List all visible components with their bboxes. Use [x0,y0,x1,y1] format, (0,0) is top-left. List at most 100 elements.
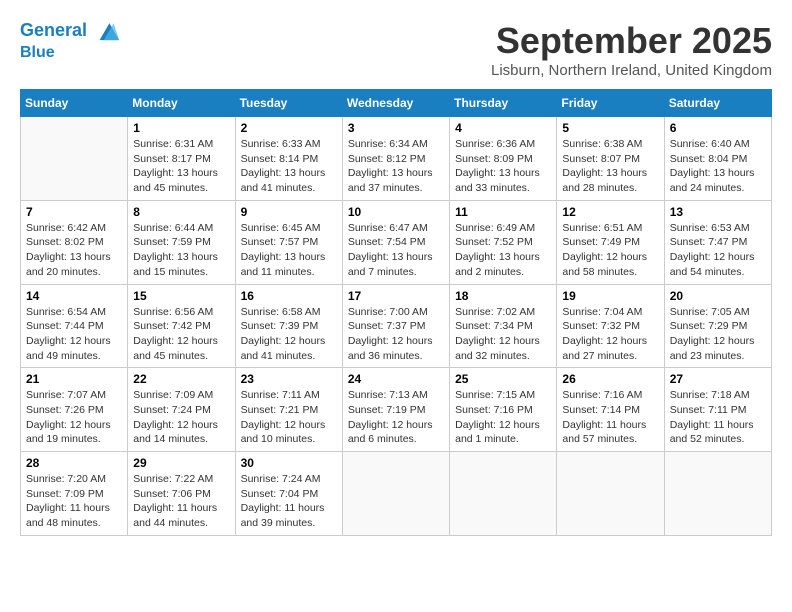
day-info: Sunrise: 6:40 AM Sunset: 8:04 PM Dayligh… [670,137,766,196]
day-info: Sunrise: 6:51 AM Sunset: 7:49 PM Dayligh… [562,221,658,280]
calendar-cell: 27 Sunrise: 7:18 AM Sunset: 7:11 PM Dayli… [664,368,771,452]
calendar-body: 1 Sunrise: 6:31 AM Sunset: 8:17 PM Daylig… [21,117,772,536]
day-info: Sunrise: 7:02 AM Sunset: 7:34 PM Dayligh… [455,305,551,364]
day-info: Sunrise: 6:34 AM Sunset: 8:12 PM Dayligh… [348,137,444,196]
day-number: 2 [241,121,337,135]
day-info: Sunrise: 7:07 AM Sunset: 7:26 PM Dayligh… [26,388,122,447]
calendar-cell: 7 Sunrise: 6:42 AM Sunset: 8:02 PM Daylig… [21,200,128,284]
weekday-header-wednesday: Wednesday [342,90,449,117]
day-info: Sunrise: 6:42 AM Sunset: 8:02 PM Dayligh… [26,221,122,280]
day-info: Sunrise: 7:00 AM Sunset: 7:37 PM Dayligh… [348,305,444,364]
title-block: September 2025 Lisburn, Northern Ireland… [491,20,772,79]
day-number: 18 [455,289,551,303]
month-title: September 2025 [491,20,772,62]
day-number: 26 [562,372,658,386]
day-info: Sunrise: 7:04 AM Sunset: 7:32 PM Dayligh… [562,305,658,364]
calendar-cell: 28Sunrise: 7:20 AM Sunset: 7:09 PM Dayli… [21,452,128,536]
day-info: Sunrise: 6:56 AM Sunset: 7:42 PM Dayligh… [133,305,229,364]
calendar-cell: 4 Sunrise: 6:36 AM Sunset: 8:09 PM Daylig… [450,117,557,201]
location: Lisburn, Northern Ireland, United Kingdo… [491,62,772,79]
day-info: Sunrise: 7:09 AM Sunset: 7:24 PM Dayligh… [133,388,229,447]
weekday-header-sunday: Sunday [21,90,128,117]
day-info: Sunrise: 6:36 AM Sunset: 8:09 PM Dayligh… [455,137,551,196]
weekday-header-friday: Friday [557,90,664,117]
day-number: 5 [562,121,658,135]
day-info: Sunrise: 7:16 AM Sunset: 7:14 PM Dayligh… [562,388,658,447]
day-info: Sunrise: 6:49 AM Sunset: 7:52 PM Dayligh… [455,221,551,280]
weekday-header-monday: Monday [128,90,235,117]
calendar-cell: 3Sunrise: 6:34 AM Sunset: 8:12 PM Daylig… [342,117,449,201]
calendar-cell: 22Sunrise: 7:09 AM Sunset: 7:24 PM Dayli… [128,368,235,452]
day-info: Sunrise: 6:45 AM Sunset: 7:57 PM Dayligh… [241,221,337,280]
day-info: Sunrise: 7:05 AM Sunset: 7:29 PM Dayligh… [670,305,766,364]
logo-line2: Blue [20,42,122,62]
day-info: Sunrise: 6:47 AM Sunset: 7:54 PM Dayligh… [348,221,444,280]
day-number: 20 [670,289,766,303]
calendar-week-1: 1 Sunrise: 6:31 AM Sunset: 8:17 PM Daylig… [21,117,772,201]
calendar-cell: 6 Sunrise: 6:40 AM Sunset: 8:04 PM Daylig… [664,117,771,201]
calendar-cell: 24 Sunrise: 7:13 AM Sunset: 7:19 PM Dayli… [342,368,449,452]
day-number: 12 [562,205,658,219]
day-info: Sunrise: 7:15 AM Sunset: 7:16 PM Dayligh… [455,388,551,447]
day-number: 27 [670,372,766,386]
calendar-week-2: 7 Sunrise: 6:42 AM Sunset: 8:02 PM Daylig… [21,200,772,284]
day-number: 29 [133,456,229,470]
calendar-header-row: SundayMondayTuesdayWednesdayThursdayFrid… [21,90,772,117]
day-info: Sunrise: 7:20 AM Sunset: 7:09 PM Dayligh… [26,472,122,531]
calendar-week-4: 21 Sunrise: 7:07 AM Sunset: 7:26 PM Dayli… [21,368,772,452]
calendar-cell: 20 Sunrise: 7:05 AM Sunset: 7:29 PM Dayli… [664,284,771,368]
calendar-cell: 11Sunrise: 6:49 AM Sunset: 7:52 PM Dayli… [450,200,557,284]
day-number: 4 [455,121,551,135]
calendar-cell: 1 Sunrise: 6:31 AM Sunset: 8:17 PM Daylig… [128,117,235,201]
calendar-cell: 9 Sunrise: 6:45 AM Sunset: 7:57 PM Daylig… [235,200,342,284]
calendar-cell [557,452,664,536]
day-number: 1 [133,121,229,135]
calendar-week-3: 14 Sunrise: 6:54 AM Sunset: 7:44 PM Dayli… [21,284,772,368]
calendar-cell: 5 Sunrise: 6:38 AM Sunset: 8:07 PM Daylig… [557,117,664,201]
calendar-cell: 10Sunrise: 6:47 AM Sunset: 7:54 PM Dayli… [342,200,449,284]
calendar-cell: 23 Sunrise: 7:11 AM Sunset: 7:21 PM Dayli… [235,368,342,452]
calendar-cell: 14 Sunrise: 6:54 AM Sunset: 7:44 PM Dayli… [21,284,128,368]
day-number: 25 [455,372,551,386]
day-info: Sunrise: 7:24 AM Sunset: 7:04 PM Dayligh… [241,472,337,531]
logo-text: General [20,20,122,42]
day-number: 30 [241,456,337,470]
day-number: 14 [26,289,122,303]
day-number: 6 [670,121,766,135]
day-number: 19 [562,289,658,303]
day-info: Sunrise: 6:53 AM Sunset: 7:47 PM Dayligh… [670,221,766,280]
day-number: 21 [26,372,122,386]
day-number: 7 [26,205,122,219]
day-info: Sunrise: 7:13 AM Sunset: 7:19 PM Dayligh… [348,388,444,447]
day-number: 15 [133,289,229,303]
day-number: 23 [241,372,337,386]
day-info: Sunrise: 6:31 AM Sunset: 8:17 PM Dayligh… [133,137,229,196]
calendar-cell: 18 Sunrise: 7:02 AM Sunset: 7:34 PM Dayli… [450,284,557,368]
calendar-cell [450,452,557,536]
day-number: 13 [670,205,766,219]
calendar-cell: 12 Sunrise: 6:51 AM Sunset: 7:49 PM Dayli… [557,200,664,284]
day-number: 24 [348,372,444,386]
calendar-cell: 19 Sunrise: 7:04 AM Sunset: 7:32 PM Dayli… [557,284,664,368]
calendar-cell: 15 Sunrise: 6:56 AM Sunset: 7:42 PM Dayli… [128,284,235,368]
calendar-cell: 13 Sunrise: 6:53 AM Sunset: 7:47 PM Dayli… [664,200,771,284]
calendar-cell: 2Sunrise: 6:33 AM Sunset: 8:14 PM Daylig… [235,117,342,201]
calendar-cell: 30 Sunrise: 7:24 AM Sunset: 7:04 PM Dayli… [235,452,342,536]
day-info: Sunrise: 6:54 AM Sunset: 7:44 PM Dayligh… [26,305,122,364]
calendar-cell: 8 Sunrise: 6:44 AM Sunset: 7:59 PM Daylig… [128,200,235,284]
logo: General Blue [20,20,122,62]
day-info: Sunrise: 7:11 AM Sunset: 7:21 PM Dayligh… [241,388,337,447]
page-header: General Blue September 2025 Lisburn, Nor… [20,20,772,79]
day-info: Sunrise: 6:38 AM Sunset: 8:07 PM Dayligh… [562,137,658,196]
day-info: Sunrise: 7:22 AM Sunset: 7:06 PM Dayligh… [133,472,229,531]
weekday-header-thursday: Thursday [450,90,557,117]
calendar-cell: 26 Sunrise: 7:16 AM Sunset: 7:14 PM Dayli… [557,368,664,452]
day-info: Sunrise: 6:44 AM Sunset: 7:59 PM Dayligh… [133,221,229,280]
calendar-cell: 17Sunrise: 7:00 AM Sunset: 7:37 PM Dayli… [342,284,449,368]
day-number: 9 [241,205,337,219]
calendar-cell: 29 Sunrise: 7:22 AM Sunset: 7:06 PM Dayli… [128,452,235,536]
calendar-table: SundayMondayTuesdayWednesdayThursdayFrid… [20,89,772,536]
day-number: 8 [133,205,229,219]
day-info: Sunrise: 7:18 AM Sunset: 7:11 PM Dayligh… [670,388,766,447]
day-info: Sunrise: 6:58 AM Sunset: 7:39 PM Dayligh… [241,305,337,364]
